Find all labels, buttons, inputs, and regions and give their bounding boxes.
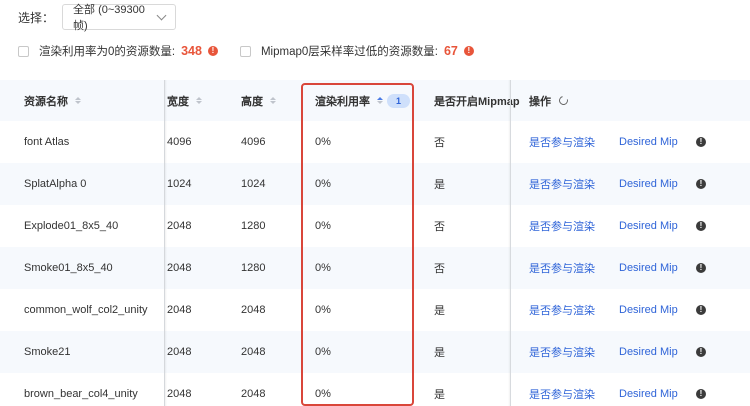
cell-mipmap: 是	[434, 305, 445, 317]
info-cell: !	[696, 163, 706, 205]
sort-icon[interactable]	[270, 97, 276, 104]
cell-mipmap: 是	[434, 347, 445, 359]
cell-name: font Atlas	[24, 136, 70, 148]
render-participation-link[interactable]: 是否参与渲染	[529, 205, 595, 247]
info-icon[interactable]: !	[696, 347, 706, 357]
render-participation-link[interactable]: 是否参与渲染	[529, 121, 595, 163]
cell-mipmap: 否	[434, 137, 445, 149]
cell-height: 2048	[241, 304, 266, 316]
zero-usage-checkbox[interactable]	[18, 45, 29, 57]
low-mipmap-count: 67	[443, 44, 458, 58]
cell-height: 2048	[241, 346, 266, 358]
info-cell: !	[696, 247, 706, 289]
warning-icon[interactable]: !	[463, 46, 474, 56]
cell-width: 2048	[167, 304, 192, 316]
col-header-name-label: 资源名称	[24, 95, 68, 108]
cell-width: 2048	[167, 262, 192, 274]
cell-width: 2048	[167, 346, 192, 358]
desired-mip-link[interactable]: Desired Mip	[619, 247, 678, 289]
sort-icon[interactable]	[75, 97, 81, 104]
info-cell: !	[696, 121, 706, 163]
chevron-down-icon	[156, 10, 167, 20]
info-icon[interactable]: !	[696, 305, 706, 315]
col-header-width[interactable]: 宽度	[167, 80, 202, 121]
render-participation-link[interactable]: 是否参与渲染	[529, 163, 595, 205]
stats-row: 渲染利用率为0的资源数量: 348 ! Mipmap0层采样率过低的资源数量: …	[18, 42, 496, 60]
render-participation-link[interactable]: 是否参与渲染	[529, 289, 595, 331]
low-mipmap-checkbox[interactable]	[239, 45, 251, 57]
stat-low-mipmap: Mipmap0层采样率过低的资源数量: 67 !	[239, 43, 474, 59]
render-participation-link[interactable]: 是否参与渲染	[529, 247, 595, 289]
cell-height: 4096	[241, 136, 266, 148]
fixed-column-shadow	[508, 80, 511, 406]
cell-height: 1024	[241, 178, 266, 190]
fixed-column-shadow	[164, 80, 167, 406]
desired-mip-link[interactable]: Desired Mip	[619, 205, 678, 247]
info-cell: !	[696, 289, 706, 331]
desired-mip-link[interactable]: Desired Mip	[619, 331, 678, 373]
cell-mipmap: 否	[434, 221, 445, 233]
stat-zero-usage: 渲染利用率为0的资源数量: 348 !	[18, 43, 218, 59]
cell-name: Smoke21	[24, 346, 71, 358]
cell-height: 1280	[241, 262, 266, 274]
col-header-mipmap: 是否开启Mipmap	[434, 80, 520, 121]
usage-column-highlight	[301, 83, 414, 406]
cell-mipmap: 是	[434, 179, 445, 191]
sort-icon[interactable]	[196, 97, 202, 104]
cell-height: 2048	[241, 388, 266, 400]
cell-name: common_wolf_col2_unity	[24, 304, 148, 316]
cell-mipmap: 否	[434, 263, 445, 275]
frame-range-value: 全部 (0~39300帧)	[73, 4, 145, 32]
desired-mip-link[interactable]: Desired Mip	[619, 121, 678, 163]
render-participation-link[interactable]: 是否参与渲染	[529, 331, 595, 373]
filter-row: 选择： 全部 (0~39300帧)	[18, 4, 177, 32]
warning-icon[interactable]: !	[207, 46, 218, 56]
info-icon[interactable]: !	[696, 179, 706, 189]
cell-width: 2048	[167, 220, 192, 232]
col-header-height-label: 高度	[241, 95, 263, 108]
cell-height: 1280	[241, 220, 266, 232]
info-cell: !	[696, 205, 706, 247]
filter-label: 选择：	[18, 10, 55, 25]
col-header-actions-label: 操作	[529, 95, 551, 108]
cell-name: Smoke01_8x5_40	[24, 262, 113, 274]
frame-range-select[interactable]: 全部 (0~39300帧)	[62, 4, 177, 32]
col-header-name[interactable]: 资源名称	[24, 80, 81, 121]
info-icon[interactable]: !	[696, 389, 706, 399]
info-cell: !	[696, 373, 706, 406]
zero-usage-count: 348	[181, 44, 202, 58]
col-header-mipmap-label: 是否开启Mipmap	[434, 95, 520, 108]
desired-mip-link[interactable]: Desired Mip	[619, 373, 678, 406]
desired-mip-link[interactable]: Desired Mip	[619, 289, 678, 331]
zero-usage-label: 渲染利用率为0的资源数量:	[39, 46, 176, 58]
cell-width: 1024	[167, 178, 192, 190]
refresh-icon[interactable]	[557, 94, 570, 107]
col-header-height[interactable]: 高度	[241, 80, 276, 121]
cell-name: Explode01_8x5_40	[24, 220, 119, 232]
info-icon[interactable]: !	[696, 263, 706, 273]
col-header-actions: 操作	[529, 80, 570, 121]
cell-width: 2048	[167, 388, 192, 400]
col-header-width-label: 宽度	[167, 95, 189, 108]
render-participation-link[interactable]: 是否参与渲染	[529, 373, 595, 406]
low-mipmap-label: Mipmap0层采样率过低的资源数量:	[260, 46, 438, 58]
info-icon[interactable]: !	[696, 137, 706, 147]
desired-mip-link[interactable]: Desired Mip	[619, 163, 678, 205]
cell-mipmap: 是	[434, 389, 445, 401]
cell-name: brown_bear_col4_unity	[24, 388, 138, 400]
info-cell: !	[696, 331, 706, 373]
info-icon[interactable]: !	[696, 221, 706, 231]
cell-width: 4096	[167, 136, 192, 148]
cell-name: SplatAlpha 0	[24, 178, 87, 190]
